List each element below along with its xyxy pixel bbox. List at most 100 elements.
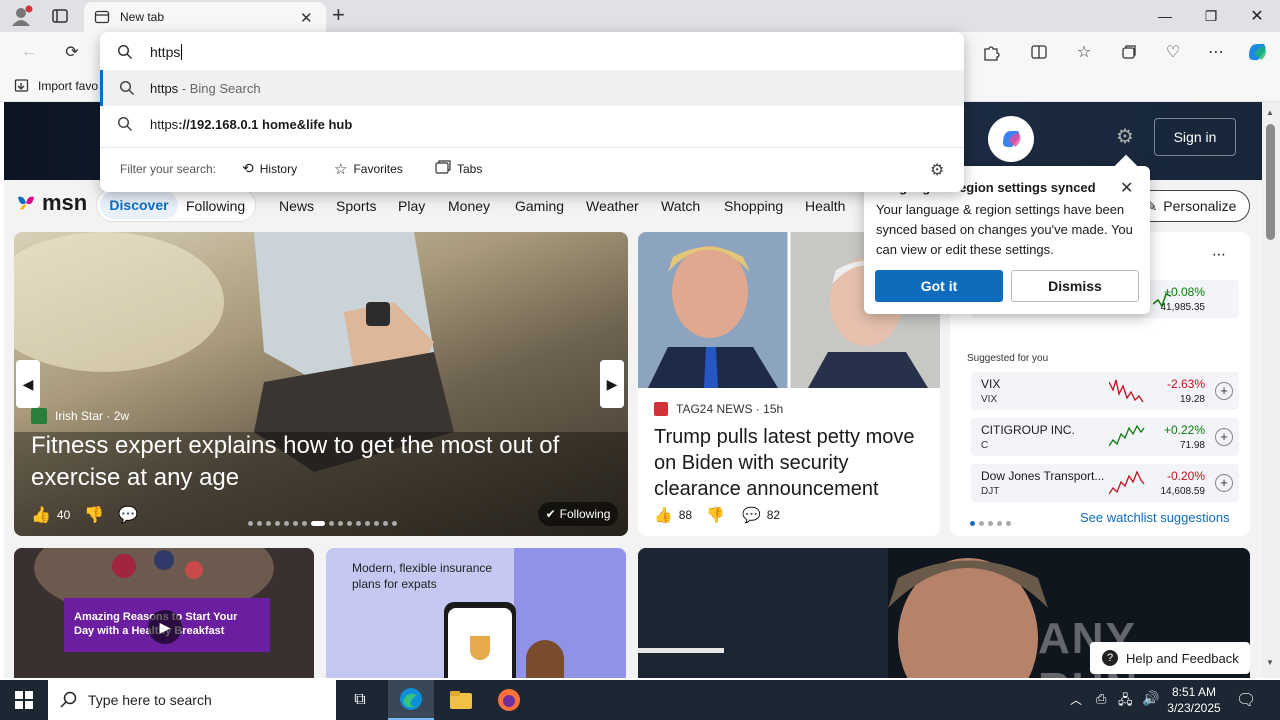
tab-new-tab[interactable]: New tab ✕ — [84, 2, 326, 32]
page-settings-icon[interactable]: ⚙ — [1116, 124, 1134, 149]
import-favorites-link[interactable]: Import favo — [38, 79, 98, 93]
news-comment-button[interactable]: 💬 82 — [742, 506, 780, 524]
network-icon[interactable]: 🖧 — [1118, 691, 1133, 713]
filter-history-label: History — [259, 161, 298, 176]
more-menu-icon[interactable]: ⋯ — [1205, 42, 1227, 62]
carousel-next-icon[interactable]: ▶ — [600, 360, 624, 408]
nav-weather[interactable]: Weather — [586, 198, 639, 214]
search-icon — [103, 80, 150, 96]
star-icon: ☆ — [334, 161, 348, 178]
history-icon: ⟲ — [242, 160, 254, 176]
scroll-down-icon[interactable]: ▼ — [1266, 658, 1274, 667]
nav-watch[interactable]: Watch — [661, 198, 700, 214]
watchlist-pager[interactable] — [968, 514, 1013, 529]
firefox-icon[interactable] — [486, 680, 532, 720]
stock-row-djt[interactable]: Dow Jones Transport... DJT -0.20% 14,608… — [971, 464, 1239, 502]
tab-actions-icon[interactable] — [50, 6, 70, 26]
thumbs-down-icon[interactable]: 👎 — [84, 505, 104, 525]
carousel-prev-icon[interactable]: ◀ — [16, 360, 40, 408]
play-icon[interactable]: ▶ — [148, 610, 182, 644]
msn-logo[interactable]: msn — [14, 190, 87, 216]
favorites-icon[interactable]: ☆ — [1073, 42, 1095, 62]
nav-sports[interactable]: Sports — [336, 198, 376, 214]
taskbar-search[interactable]: Type here to search — [48, 680, 336, 720]
dismiss-button[interactable]: Dismiss — [1011, 270, 1139, 302]
stock-row-citigroup[interactable]: CITIGROUP INC. C +0.22% 71.98 + — [971, 418, 1239, 456]
close-window-icon[interactable]: ✕ — [1234, 0, 1280, 32]
hero-like-button[interactable]: 👍 40 — [31, 505, 70, 525]
notifications-icon[interactable]: 🗨 — [1236, 690, 1256, 710]
profile-icon[interactable] — [8, 4, 34, 28]
address-input[interactable]: https — [150, 44, 180, 60]
page-scrollbar[interactable]: ▲ ▼ — [1262, 102, 1280, 678]
sign-in-button[interactable]: Sign in — [1154, 118, 1236, 156]
following-badge[interactable]: ✔ Following — [538, 502, 618, 526]
stock-symbol: VIX — [981, 394, 998, 405]
ad-card[interactable]: Modern, flexible insurance plans for exp… — [326, 548, 626, 678]
thumbs-up-icon: 👍 — [31, 507, 51, 524]
hero-source-line: Irish Star · 2w — [55, 409, 130, 423]
news-headline[interactable]: Trump pulls latest petty move on Biden w… — [654, 424, 930, 502]
nav-shopping[interactable]: Shopping — [724, 198, 783, 214]
collections-icon[interactable] — [1118, 42, 1140, 62]
search-icon — [60, 691, 77, 708]
filter-tabs[interactable]: Tabs — [435, 160, 482, 177]
got-it-button[interactable]: Got it — [875, 270, 1003, 302]
nav-discover[interactable]: Discover — [100, 191, 178, 219]
nav-money[interactable]: Money — [448, 198, 490, 214]
source-logo-icon — [654, 402, 668, 416]
comment-icon[interactable]: 💬 — [118, 505, 138, 525]
video-card[interactable]: Amazing Reasons to Start Your Day with a… — [14, 548, 314, 678]
extensions-icon[interactable] — [980, 42, 1002, 62]
watchlist-more-icon[interactable]: ⋯ — [1212, 246, 1226, 263]
new-tab-icon[interactable]: + — [332, 4, 345, 26]
tray-chevron-icon[interactable]: ︿ — [1070, 691, 1082, 708]
suggestion-bing-search[interactable]: https - Bing Search — [100, 70, 964, 106]
add-to-watchlist-icon[interactable]: + — [1215, 382, 1233, 400]
search-placeholder: Type here to search — [88, 692, 212, 708]
task-view-icon[interactable]: ⧉ — [336, 680, 384, 720]
close-tab-icon[interactable]: ✕ — [300, 9, 313, 27]
carousel-dots[interactable] — [246, 514, 399, 529]
popup-close-icon[interactable]: ✕ — [1120, 178, 1133, 198]
add-to-watchlist-icon[interactable]: + — [1215, 428, 1233, 446]
minimize-icon[interactable]: — — [1142, 0, 1188, 32]
filter-history[interactable]: ⟲ History — [242, 160, 297, 177]
copilot-icon[interactable] — [1244, 40, 1270, 64]
clock[interactable]: 8:51 AM 3/23/2025 — [1166, 684, 1222, 716]
windows-start-icon[interactable] — [0, 680, 48, 720]
add-to-watchlist-icon[interactable]: + — [1215, 474, 1233, 492]
restore-icon[interactable]: ❐ — [1188, 0, 1234, 32]
news-age: 15h — [763, 402, 784, 416]
edge-taskbar-icon[interactable] — [388, 680, 434, 720]
nav-play[interactable]: Play — [398, 198, 425, 214]
scroll-up-icon[interactable]: ▲ — [1266, 108, 1274, 117]
suggestion-url[interactable]: https://192.168.0.1 home&life hub — [100, 106, 964, 142]
nav-health[interactable]: Health — [805, 198, 845, 214]
nav-news[interactable]: News — [279, 198, 314, 214]
see-watchlist-suggestions-link[interactable]: See watchlist suggestions — [1080, 510, 1230, 525]
news-like-button[interactable]: 👍 88 — [654, 506, 692, 524]
back-icon[interactable]: ← — [18, 42, 40, 62]
hero-article-card[interactable]: Irish Star · 2w Fitness expert explains … — [14, 232, 628, 536]
browser-essentials-icon[interactable]: ♡ — [1162, 42, 1184, 62]
hero-headline[interactable]: Fitness expert explains how to get the m… — [31, 430, 611, 494]
scrollbar-thumb[interactable] — [1266, 124, 1275, 240]
refresh-icon[interactable]: ⟳ — [61, 42, 83, 62]
address-input-row[interactable]: https — [100, 34, 964, 70]
stock-row-vix[interactable]: VIX VIX -2.63% 19.28 + — [971, 372, 1239, 410]
text-cursor — [181, 44, 183, 60]
volume-icon[interactable]: 🔊 — [1142, 690, 1159, 707]
help-feedback-button[interactable]: ? Help and Feedback — [1090, 642, 1250, 674]
file-explorer-icon[interactable] — [438, 680, 484, 720]
filter-favorites[interactable]: ☆ Favorites — [334, 160, 403, 178]
tray-device-icon[interactable]: ⎙ — [1096, 691, 1106, 707]
split-screen-icon[interactable] — [1028, 42, 1050, 62]
copilot-button[interactable] — [988, 116, 1034, 162]
settings-gear-icon[interactable]: ⚙ — [930, 160, 944, 180]
top-stock-change: +0.08% — [1163, 285, 1205, 299]
news-source: TAG24 NEWS — [676, 402, 753, 416]
nav-gaming[interactable]: Gaming — [515, 198, 564, 214]
nav-following[interactable]: Following — [186, 198, 245, 214]
thumbs-down-icon[interactable]: 👎 — [706, 506, 725, 524]
